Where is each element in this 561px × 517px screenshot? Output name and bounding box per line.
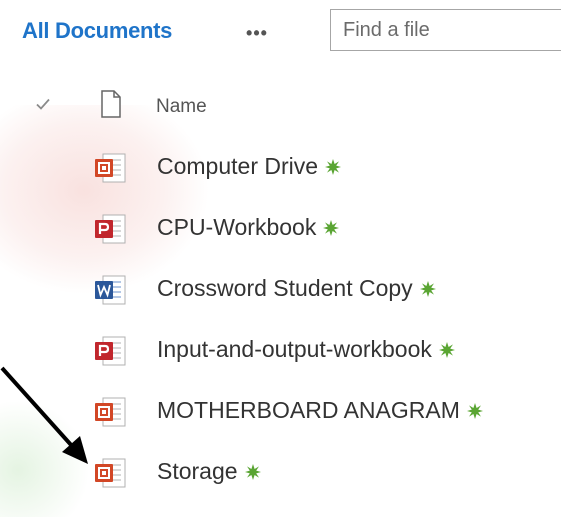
- document-row[interactable]: Crossword Student Copy: [0, 264, 561, 314]
- new-item-icon: [325, 159, 342, 175]
- powerpoint-icon: [95, 153, 126, 183]
- document-name[interactable]: MOTHERBOARD ANAGRAM: [157, 397, 483, 424]
- document-row[interactable]: Computer Drive: [0, 142, 561, 192]
- annotation-arrow-icon: [0, 366, 88, 464]
- new-item-icon: [244, 464, 261, 480]
- new-item-icon: [466, 403, 483, 419]
- pdf-icon: [95, 214, 126, 244]
- file-type-column-icon[interactable]: [100, 90, 122, 118]
- document-name[interactable]: CPU-Workbook: [157, 214, 340, 241]
- search-input[interactable]: [330, 9, 561, 51]
- document-name[interactable]: Crossword Student Copy: [157, 275, 436, 302]
- document-name[interactable]: Storage: [157, 458, 261, 485]
- more-options-button[interactable]: •••: [240, 18, 274, 48]
- select-all-check-icon[interactable]: [35, 96, 51, 112]
- document-name[interactable]: Input-and-output-workbook: [157, 336, 455, 363]
- name-column-header[interactable]: Name: [156, 96, 207, 118]
- column-header-row: Name: [0, 88, 561, 128]
- view-title[interactable]: All Documents: [22, 18, 172, 44]
- new-item-icon: [438, 342, 455, 358]
- document-row[interactable]: CPU-Workbook: [0, 203, 561, 253]
- new-item-icon: [419, 281, 436, 297]
- document-name[interactable]: Computer Drive: [157, 153, 342, 180]
- new-item-icon: [323, 220, 340, 236]
- word-icon: [95, 275, 126, 305]
